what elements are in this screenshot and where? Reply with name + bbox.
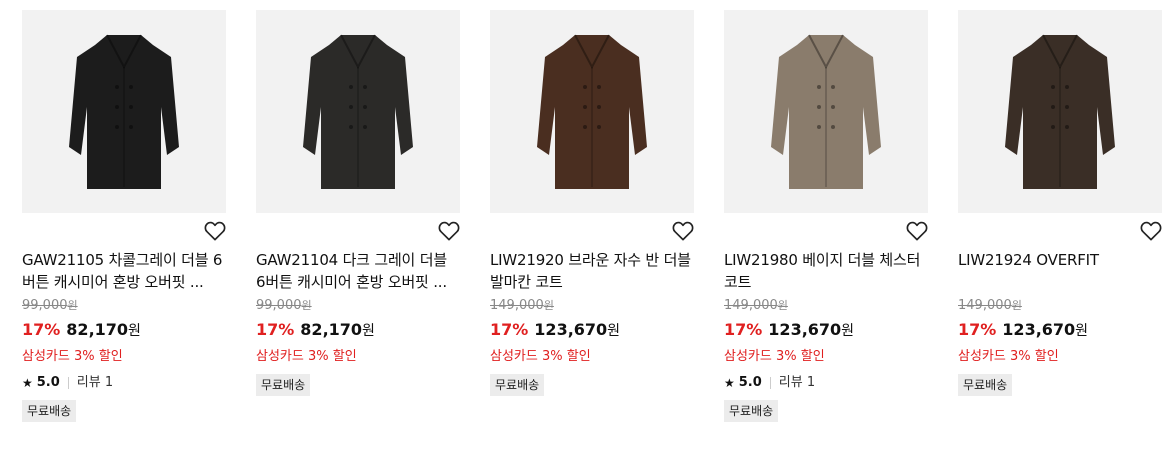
sale-price: 17% 82,170원 <box>22 320 141 339</box>
discount-rate: 17% <box>958 320 997 339</box>
free-shipping-badge: 무료배송 <box>958 374 1013 396</box>
product-name[interactable]: LIW21924 OVERFIT <box>958 249 1162 293</box>
card-discount-text: 삼성카드 3% 할인 <box>256 349 357 364</box>
card-discount-text: 삼성카드 3% 할인 <box>490 349 591 364</box>
heart-icon[interactable] <box>672 221 694 241</box>
product-card[interactable]: LIW21920 브라운 자수 반 더블 발마칸 코트 149,000원 17%… <box>490 10 694 396</box>
original-price: 149,000원 <box>958 298 1022 313</box>
discount-rate: 17% <box>724 320 763 339</box>
divider <box>769 377 771 389</box>
free-shipping-badge: 무료배송 <box>256 374 311 396</box>
free-shipping-badge: 무료배송 <box>490 374 545 396</box>
original-price: 149,000원 <box>724 298 788 313</box>
sale-price: 17% 82,170원 <box>256 320 375 339</box>
discount-rate: 17% <box>490 320 529 339</box>
product-image[interactable] <box>724 10 928 213</box>
free-shipping-badge: 무료배송 <box>724 400 779 422</box>
discount-rate: 17% <box>22 320 61 339</box>
original-price: 149,000원 <box>490 298 554 313</box>
review-summary: ★ 5.0 리뷰 1 <box>22 374 226 392</box>
star-icon: ★ <box>724 376 735 390</box>
original-price: 99,000원 <box>22 298 78 313</box>
product-card[interactable]: GAW21104 다크 그레이 더블 6버튼 캐시미어 혼방 오버핏 ... 9… <box>256 10 460 396</box>
review-count: 리뷰 1 <box>778 375 816 390</box>
heart-icon[interactable] <box>204 221 226 241</box>
product-name[interactable]: LIW21980 베이지 더블 체스터 코트 <box>724 249 928 293</box>
product-name[interactable]: LIW21920 브라운 자수 반 더블 발마칸 코트 <box>490 249 694 293</box>
discount-rate: 17% <box>256 320 295 339</box>
heart-icon[interactable] <box>906 221 928 241</box>
star-icon: ★ <box>22 376 33 390</box>
card-discount-text: 삼성카드 3% 할인 <box>22 349 123 364</box>
product-image[interactable] <box>490 10 694 213</box>
product-name[interactable]: GAW21104 다크 그레이 더블 6버튼 캐시미어 혼방 오버핏 ... <box>256 249 460 293</box>
original-price: 99,000원 <box>256 298 312 313</box>
sale-price: 17% 123,670원 <box>958 320 1089 339</box>
product-name[interactable]: GAW21105 차콜그레이 더블 6버튼 캐시미어 혼방 오버핏 ... <box>22 249 226 293</box>
divider <box>67 377 69 389</box>
sale-price: 17% 123,670원 <box>724 320 855 339</box>
review-count: 리뷰 1 <box>76 375 114 390</box>
rating-value: 5.0 <box>36 375 60 390</box>
product-card[interactable]: LIW21980 베이지 더블 체스터 코트 149,000원 17% 123,6… <box>724 10 928 422</box>
heart-icon[interactable] <box>438 221 460 241</box>
product-image[interactable] <box>958 10 1162 213</box>
free-shipping-badge: 무료배송 <box>22 400 77 422</box>
product-card[interactable]: LIW21924 OVERFIT 149,000원 17% 123,670원 삼성… <box>958 10 1162 396</box>
card-discount-text: 삼성카드 3% 할인 <box>724 349 825 364</box>
rating-value: 5.0 <box>738 375 762 390</box>
card-discount-text: 삼성카드 3% 할인 <box>958 349 1059 364</box>
product-image[interactable] <box>22 10 226 213</box>
review-summary: ★ 5.0 리뷰 1 <box>724 374 928 392</box>
heart-icon[interactable] <box>1140 221 1162 241</box>
product-card[interactable]: GAW21105 차콜그레이 더블 6버튼 캐시미어 혼방 오버핏 ... 99… <box>22 10 226 422</box>
sale-price: 17% 123,670원 <box>490 320 621 339</box>
product-image[interactable] <box>256 10 460 213</box>
